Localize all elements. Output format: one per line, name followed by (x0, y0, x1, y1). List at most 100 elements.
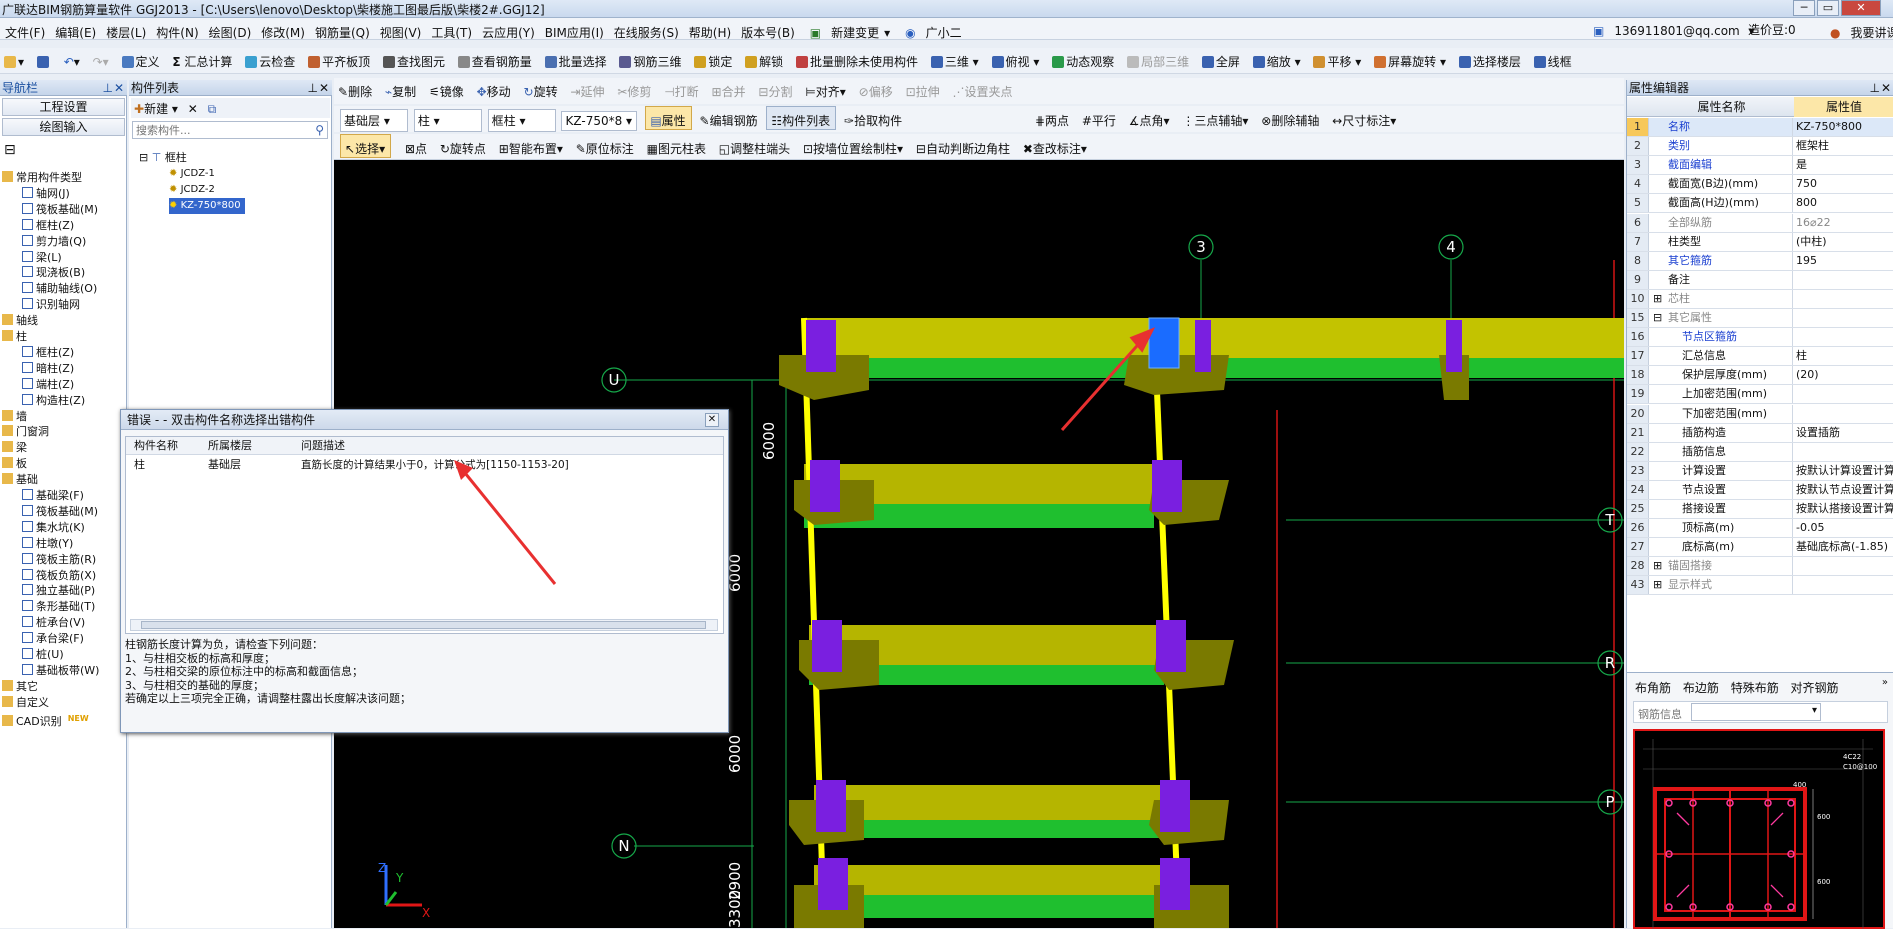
close-icon[interactable]: ✕ (114, 80, 124, 96)
expand-icon[interactable]: » (1882, 677, 1888, 688)
property-row[interactable]: 9 备注 (1627, 270, 1893, 290)
three-point-axis-button[interactable]: ⋮三点辅轴▾ (1178, 107, 1253, 129)
floor-select[interactable]: 基础层 ▾ (340, 109, 408, 132)
nav-tree-item[interactable]: 板 (2, 456, 27, 472)
rebar-info-select[interactable]: ▾ (1691, 703, 1821, 721)
nav-tree-item[interactable]: 筏板基础(M) (22, 504, 98, 520)
menu-online[interactable]: 在线服务(S) (609, 21, 684, 41)
nav-tree-item[interactable]: 辅助轴线(O) (22, 281, 97, 297)
rotate-point-button[interactable]: ↻旋转点 (436, 135, 491, 157)
stretch-button[interactable]: ⊡拉伸 (902, 78, 945, 100)
expand-icon[interactable]: ⊞ (1653, 576, 1662, 594)
property-row[interactable]: 27 底标高(m) 基础底标高(-1.85) (1627, 538, 1893, 558)
nav-tree-item[interactable]: 剪力墙(Q) (22, 234, 86, 250)
offset-button[interactable]: ⊘偏移 (855, 78, 898, 100)
property-row[interactable]: 2 类别 框架柱 (1627, 137, 1893, 157)
property-row[interactable]: 10 ⊞ 芯柱 (1627, 289, 1893, 309)
nav-tree-item[interactable]: 桩(U) (22, 647, 64, 663)
nav-tree-item[interactable]: 筏板主筋(R) (22, 552, 96, 568)
copy-component-icon[interactable]: ⧉ (205, 100, 220, 119)
3d-view-button[interactable]: 三维 ▾ (927, 48, 984, 70)
summary-calc-button[interactable]: Σ 汇总计算 (168, 48, 237, 70)
account-email[interactable]: ▣ 136911801@qq.com ▾ (1583, 18, 1760, 38)
nav-tree-item[interactable]: 轴线 (2, 313, 38, 329)
two-point-button[interactable]: ⋕两点 (1031, 107, 1074, 129)
tab-align-rebar[interactable]: 对齐钢筋 (1791, 681, 1839, 695)
nav-tree-item[interactable]: 筏板负筋(X) (22, 568, 96, 584)
batch-select-button[interactable]: 批量选择 (541, 48, 612, 70)
delete-button[interactable]: ✎删除 (334, 78, 377, 100)
point-button[interactable]: ⊠点 (401, 135, 432, 157)
property-row[interactable]: 1 名称 KZ-750*800 (1627, 118, 1893, 137)
lecture-link[interactable]: ● 我要讲课 (1820, 18, 1893, 41)
extend-button[interactable]: ⇥延伸 (566, 78, 609, 100)
in-situ-label-button[interactable]: ✎原位标注 (572, 135, 639, 157)
minimize-button[interactable]: ─ (1793, 0, 1815, 16)
wireframe-button[interactable]: 线框 (1530, 48, 1577, 70)
menu-new-change[interactable]: ▣ 新建变更 ▾ (800, 18, 895, 41)
delete-aux-axis-button[interactable]: ⊗删除辅轴 (1257, 107, 1324, 129)
merge-button[interactable]: ⊞合并 (708, 78, 751, 100)
nav-tree-item[interactable]: 柱 (2, 329, 27, 345)
property-value[interactable]: 框架柱 (1794, 137, 1893, 155)
complist-item[interactable]: ✹ JCDZ-1 (169, 166, 215, 182)
column-section-view[interactable]: 600 600 4C22 C10@100 400 (1633, 729, 1885, 929)
nav-tree-item[interactable]: 现浇板(B) (22, 265, 85, 281)
property-row[interactable]: 6 全部纵筋 16⌀22 (1627, 213, 1893, 233)
horizontal-scrollbar[interactable] (130, 619, 718, 631)
parallel-button[interactable]: #平行 (1078, 107, 1121, 129)
nav-tree-item[interactable]: 门窗洞 (2, 424, 49, 440)
property-value[interactable] (1794, 557, 1893, 575)
property-value[interactable]: 基础底标高(-1.85) (1794, 538, 1893, 556)
menu-file[interactable]: 文件(F) (0, 21, 50, 41)
menu-floor[interactable]: 楼层(L) (101, 21, 151, 41)
tab-special-rebar[interactable]: 特殊布筋 (1731, 681, 1779, 695)
property-value[interactable] (1794, 328, 1893, 346)
dimension-button[interactable]: ↔尺寸标注▾ (1328, 107, 1401, 129)
property-row[interactable]: 43 ⊞ 显示样式 (1627, 576, 1893, 596)
draw-by-wall-button[interactable]: ⊡按墙位置绘制柱▾ (799, 135, 908, 157)
nav-tree-item[interactable]: 基础板带(W) (22, 663, 99, 679)
view-rebar-qty-button[interactable]: 查看钢筋量 (454, 48, 537, 70)
type-select[interactable]: 柱 ▾ (413, 109, 482, 132)
save-button[interactable] (33, 50, 56, 69)
nav-tree-item[interactable]: 暗柱(Z) (22, 361, 74, 377)
property-row[interactable]: 22 插筋信息 (1627, 442, 1893, 462)
property-value[interactable]: 按默认节点设置计算 (1794, 481, 1893, 499)
flush-slab-top-button[interactable]: 平齐板顶 (304, 48, 375, 70)
nav-tree-item[interactable]: 承台梁(F) (22, 631, 84, 647)
pan-button[interactable]: 平移 ▾ (1309, 48, 1366, 70)
property-row[interactable]: 19 上加密范围(mm) (1627, 385, 1893, 405)
nav-tree-item[interactable]: 筏板基础(M) (22, 202, 98, 218)
property-value[interactable]: 是 (1794, 156, 1893, 174)
subtype-select[interactable]: 框柱 ▾ (487, 109, 556, 132)
close-button[interactable]: ✕ (1841, 0, 1881, 16)
break-button[interactable]: ⊣打断 (660, 78, 703, 100)
property-value[interactable]: 按默认计算设置计算 (1794, 462, 1893, 480)
pick-component-button[interactable]: ✑拾取构件 (840, 107, 907, 129)
property-value[interactable] (1794, 290, 1893, 308)
menu-cloud[interactable]: 云应用(Y) (477, 21, 540, 41)
property-row[interactable]: 4 截面宽(B边)(mm) 750 (1627, 175, 1893, 195)
open-file-button[interactable]: ▾ (0, 50, 29, 69)
property-row[interactable]: 21 插筋构造 设置插筋 (1627, 423, 1893, 443)
property-value[interactable]: (中柱) (1794, 233, 1893, 251)
property-value[interactable]: 16⌀22 (1794, 214, 1893, 232)
property-row[interactable]: 28 ⊞ 锚固搭接 (1627, 557, 1893, 577)
close-icon[interactable]: ✕ (705, 413, 719, 427)
search-icon[interactable]: ⚲ (315, 123, 324, 137)
menu-version[interactable]: 版本号(B) (736, 21, 800, 41)
cloud-check-button[interactable]: 云检查 (241, 48, 300, 70)
property-value[interactable]: 设置插筋 (1794, 424, 1893, 442)
component-select[interactable]: KZ-750*8 ▾ (561, 111, 638, 131)
property-value[interactable] (1794, 271, 1893, 289)
component-list-button[interactable]: ☷构件列表 (766, 106, 837, 130)
draw-input-button[interactable]: 绘图输入 (2, 118, 125, 136)
batch-delete-unused-button[interactable]: 批量删除未使用构件 (792, 48, 923, 70)
nav-tree-item[interactable]: 识别轴网 (22, 297, 80, 313)
align-button[interactable]: ⊨对齐▾ (801, 78, 851, 100)
property-value[interactable] (1794, 309, 1893, 327)
property-value[interactable] (1794, 443, 1893, 461)
delete-component-icon[interactable]: ✕ (185, 100, 201, 118)
property-value[interactable]: 800 (1794, 194, 1893, 212)
